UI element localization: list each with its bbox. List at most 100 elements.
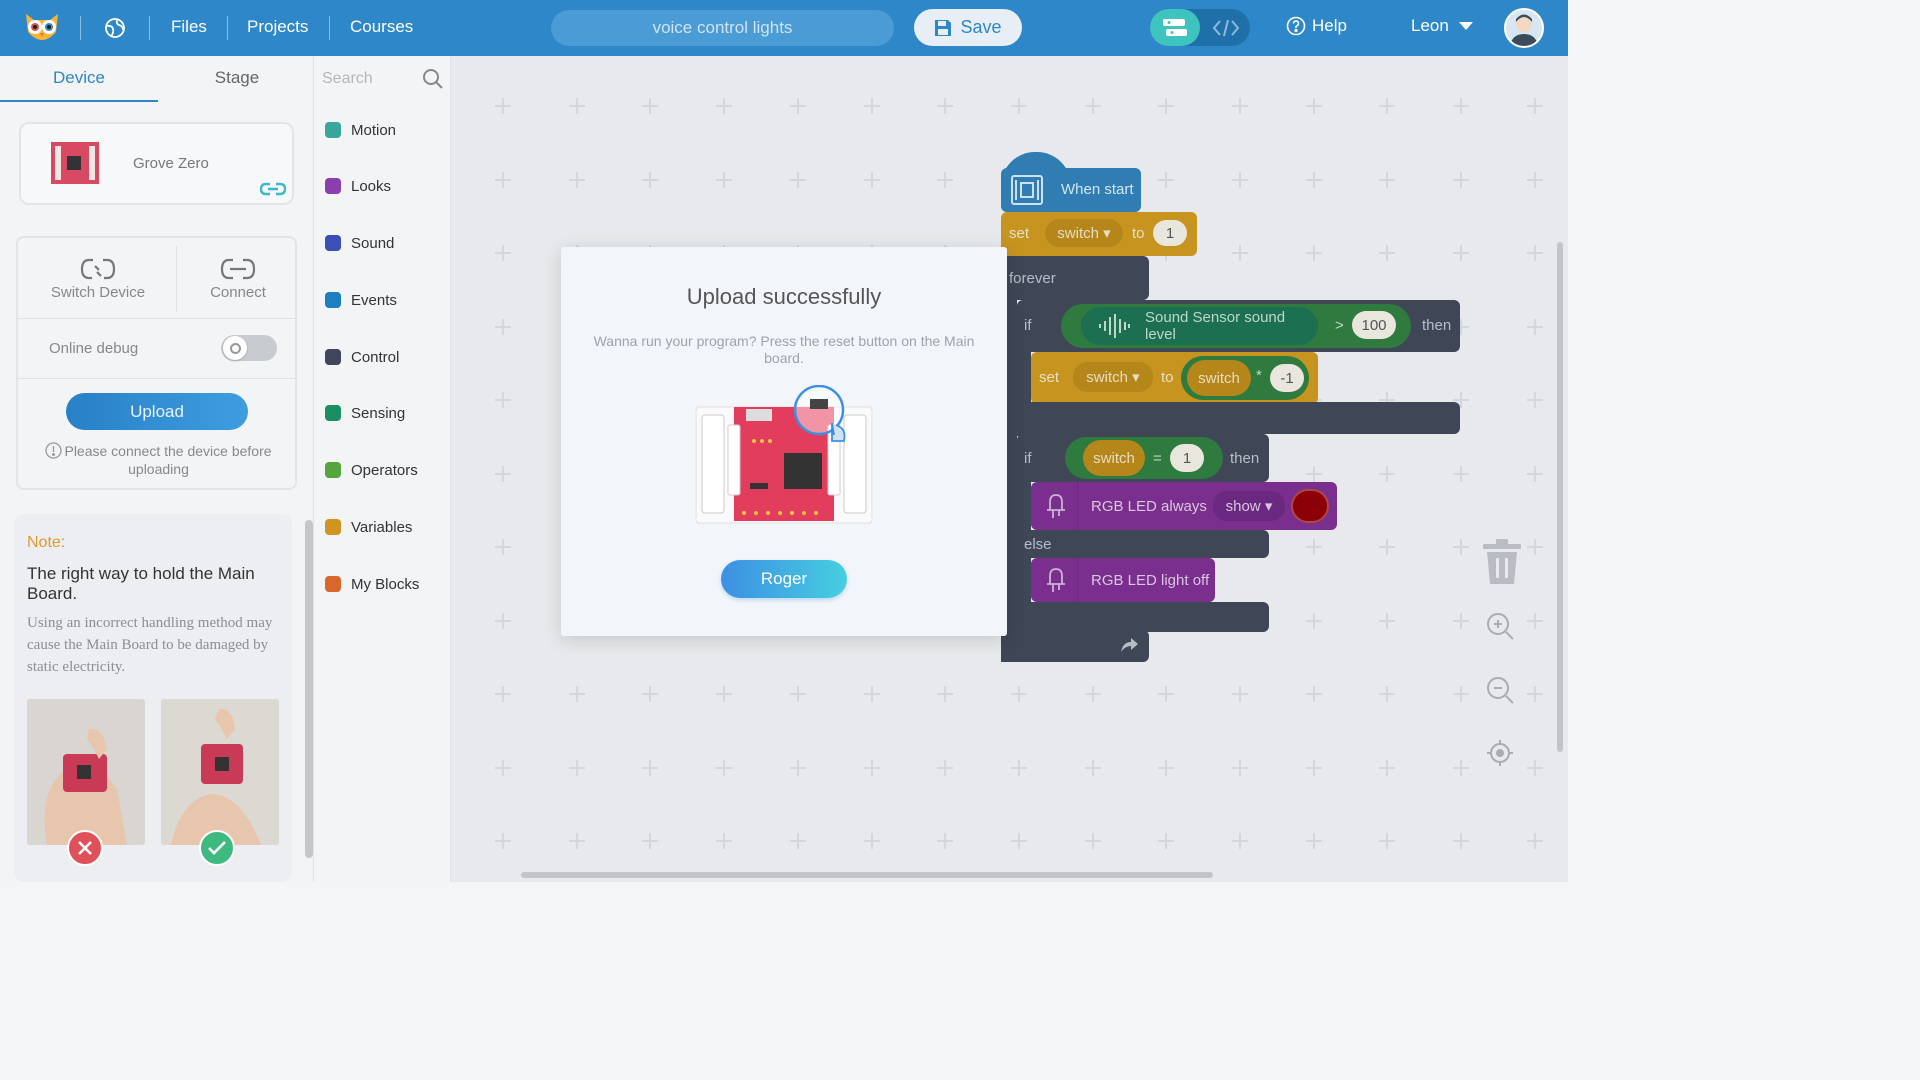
recenter-icon[interactable] <box>1485 738 1515 768</box>
nav-files[interactable]: Files <box>171 17 207 37</box>
tab-device[interactable]: Device <box>0 56 158 102</box>
online-debug-label: Online debug <box>49 340 139 357</box>
save-label: Save <box>960 17 1002 37</box>
category-color-swatch <box>325 235 341 251</box>
grid-mark <box>937 686 953 702</box>
online-debug-toggle[interactable] <box>221 335 277 361</box>
tab-stage[interactable]: Stage <box>158 56 316 102</box>
workspace-horizontal-scrollbar[interactable] <box>521 872 1213 878</box>
category-label: Motion <box>351 121 397 139</box>
left-panel-scrollbar[interactable] <box>305 520 313 858</box>
if-else-block[interactable]: if switch = 1 then <box>1017 434 1269 482</box>
grid-mark <box>1158 686 1174 702</box>
category-variables[interactable]: Variables <box>325 515 412 539</box>
category-label: Looks <box>351 177 392 195</box>
category-events[interactable]: Events <box>325 288 397 312</box>
if-else-foot <box>1017 602 1269 632</box>
search-input[interactable] <box>322 64 418 94</box>
value-input[interactable]: 1 <box>1170 444 1204 472</box>
forever-block[interactable]: forever <box>1001 256 1149 300</box>
grid-mark <box>937 172 953 188</box>
category-my-blocks[interactable]: My Blocks <box>325 572 419 596</box>
set-variable-block[interactable]: set switch ▾ to switch * -1 <box>1031 352 1318 404</box>
switch-device-label: Switch Device <box>50 284 146 301</box>
operator-symbol: * <box>1256 367 1262 384</box>
switch-reporter[interactable]: switch <box>1187 360 1251 396</box>
roger-button[interactable]: Roger <box>721 560 847 598</box>
category-sound[interactable]: Sound <box>325 231 394 255</box>
upload-success-dialog: Upload successfully Wanna run your progr… <box>561 247 1007 636</box>
divider <box>227 16 228 40</box>
grid-mark <box>1306 613 1322 629</box>
grid-mark <box>1453 760 1469 776</box>
rgb-led-always-block[interactable]: RGB LED always show ▾ <box>1031 482 1337 530</box>
divider <box>18 318 295 319</box>
category-label: Control <box>351 348 400 366</box>
switch-device-button[interactable]: Switch Device <box>28 252 168 318</box>
link-icon[interactable] <box>259 181 287 197</box>
switch-reporter[interactable]: switch <box>1083 440 1145 476</box>
project-name-input[interactable]: voice control lights <box>551 10 894 46</box>
grid-mark <box>1379 172 1395 188</box>
grid-mark <box>1453 686 1469 702</box>
workspace-vertical-scrollbar[interactable] <box>1557 242 1563 752</box>
grid-mark <box>569 686 585 702</box>
connect-button[interactable]: Connect <box>168 252 308 318</box>
divider <box>1077 558 1078 602</box>
block-mode-button[interactable] <box>1150 9 1200 46</box>
grid-mark <box>495 613 511 629</box>
sound-level-label: Sound Sensor sound level <box>1145 309 1286 343</box>
trash-icon[interactable] <box>1481 538 1523 586</box>
grid-mark <box>790 833 806 849</box>
when-start-block[interactable]: When start <box>1001 168 1141 212</box>
help-button[interactable]: Help <box>1286 16 1347 36</box>
device-actions-card: Switch Device Connect Online debug Uploa… <box>16 236 297 490</box>
grid-mark <box>790 760 806 776</box>
avatar[interactable] <box>1504 8 1544 48</box>
grid-mark <box>1453 98 1469 114</box>
category-color-swatch <box>325 178 341 194</box>
user-menu[interactable]: Leon <box>1411 16 1473 36</box>
show-dropdown[interactable]: show ▾ <box>1213 491 1285 521</box>
code-mode-button[interactable] <box>1202 9 1250 46</box>
nav-projects[interactable]: Projects <box>247 17 308 37</box>
block-label: then <box>1422 317 1452 334</box>
value-input[interactable]: -1 <box>1270 364 1304 392</box>
divider <box>149 16 150 40</box>
save-button[interactable]: Save <box>914 9 1022 46</box>
value-input[interactable]: 1 <box>1153 220 1187 246</box>
operator-symbol: > <box>1335 317 1344 334</box>
globe-icon[interactable] <box>104 17 126 39</box>
search-icon[interactable] <box>422 68 444 90</box>
grid-mark <box>642 686 658 702</box>
grid-mark <box>1527 613 1543 629</box>
if-block[interactable]: if Sound Sensor sound level > 100 then <box>1017 300 1460 352</box>
grid-mark <box>1232 760 1248 776</box>
grid-mark <box>495 539 511 555</box>
switch-icon <box>80 258 116 280</box>
owl-logo-icon[interactable] <box>22 10 62 46</box>
variable-dropdown[interactable]: switch ▾ <box>1045 219 1123 247</box>
threshold-input[interactable]: 100 <box>1352 311 1396 339</box>
category-motion[interactable]: Motion <box>325 118 396 142</box>
variable-dropdown[interactable]: switch ▾ <box>1073 362 1153 392</box>
category-control[interactable]: Control <box>325 345 399 369</box>
color-picker[interactable] <box>1291 489 1329 523</box>
toggle-knob <box>223 336 247 360</box>
nav-courses[interactable]: Courses <box>350 17 413 37</box>
device-card[interactable]: Grove Zero <box>19 122 294 205</box>
grid-mark <box>1527 319 1543 335</box>
divider <box>1077 482 1078 530</box>
category-operators[interactable]: Operators <box>325 458 418 482</box>
category-looks[interactable]: Looks <box>325 174 391 198</box>
rgb-led-off-block[interactable]: RGB LED light off <box>1031 558 1215 602</box>
set-variable-block[interactable]: set switch ▾ to 1 <box>1001 212 1197 256</box>
grid-mark <box>1453 613 1469 629</box>
zoom-in-icon[interactable] <box>1485 611 1515 641</box>
grid-mark <box>495 833 511 849</box>
zoom-out-icon[interactable] <box>1485 675 1515 705</box>
correct-hold-photo <box>161 699 279 845</box>
category-label: Events <box>351 291 397 309</box>
category-sensing[interactable]: Sensing <box>325 401 405 425</box>
upload-button[interactable]: Upload <box>66 393 248 430</box>
